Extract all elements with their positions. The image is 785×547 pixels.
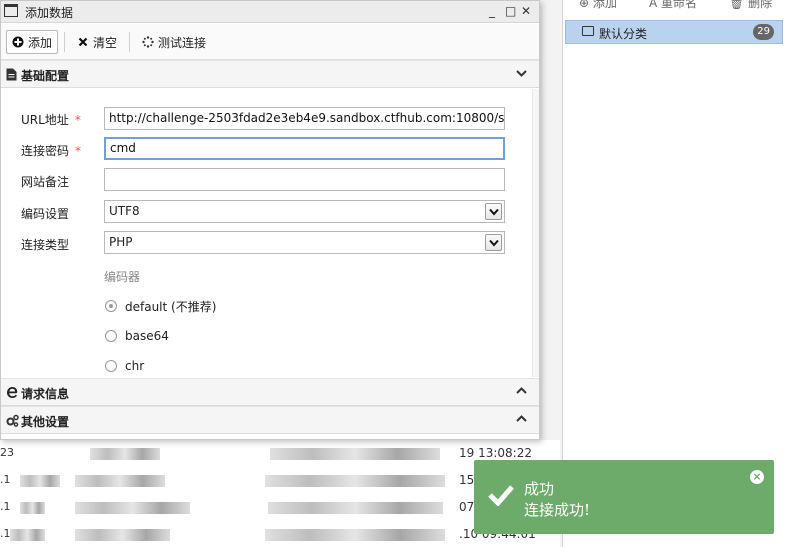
chevron-up-icon: [516, 385, 527, 400]
blurred-cell: [75, 502, 190, 514]
blurred-cell: [90, 448, 160, 460]
radio-button[interactable]: [105, 300, 117, 312]
basic-config-form: URL地址 * http://challenge-2503fdad2e3eb4e9…: [1, 89, 531, 377]
encoding-select[interactable]: UTF8: [104, 200, 505, 223]
chevron-down-icon[interactable]: [485, 234, 502, 251]
url-label: URL地址 *: [21, 113, 81, 127]
toast-title: 成功: [524, 480, 555, 498]
row-ip: 23: [0, 446, 14, 459]
ie-icon: [6, 386, 18, 399]
encoding-value: UTF8: [109, 204, 140, 218]
url-input[interactable]: http://challenge-2503fdad2e3eb4e9.sandbo…: [104, 107, 505, 130]
window-icon: [4, 4, 18, 17]
blurred-cell: [20, 475, 60, 487]
encoder-option-label: default (不推荐): [125, 299, 217, 314]
toast-message: 连接成功!: [524, 501, 591, 519]
note-input[interactable]: [104, 168, 505, 191]
section-basic-config[interactable]: 基础配置: [1, 60, 539, 88]
chevron-down-icon[interactable]: [485, 203, 502, 220]
category-item-default[interactable]: 默认分类 29: [565, 20, 783, 44]
radio-button[interactable]: [105, 330, 117, 342]
type-label: 连接类型: [21, 238, 70, 252]
note-label: 网站备注: [21, 175, 70, 189]
test-connection-label: 测试连接: [158, 35, 207, 50]
category-toolbar: ⊕ 添加 A 重命名 🗑 删除: [563, 0, 785, 14]
section-request-label: 请求信息: [21, 387, 70, 401]
close-button[interactable]: ✕: [521, 1, 531, 21]
maximize-button[interactable]: □: [505, 1, 516, 21]
toolbar-divider: [64, 32, 65, 52]
connection-type-select[interactable]: PHP: [104, 231, 505, 254]
row-ip: .1: [0, 527, 11, 540]
row-ip: .1: [0, 500, 11, 513]
section-other-label: 其他设置: [21, 415, 70, 429]
dialog-toolbar: 添加 清空 测试连接: [1, 24, 539, 60]
blurred-cell: [265, 529, 445, 541]
spinner-icon: [142, 36, 154, 48]
toast-close-icon[interactable]: ×: [750, 470, 764, 484]
section-request-info[interactable]: 请求信息: [1, 378, 539, 406]
add-button[interactable]: 添加: [6, 30, 59, 54]
blurred-cell: [75, 529, 170, 541]
password-input[interactable]: cmd: [104, 137, 505, 160]
dialog-titlebar[interactable]: 添加数据 _ □ ✕: [1, 1, 539, 23]
blurred-cell: [265, 475, 445, 487]
category-rename-button[interactable]: A 重命名: [649, 0, 697, 11]
form-scrollbar[interactable]: [532, 89, 539, 377]
blurred-cell: [20, 502, 45, 514]
category-label: 默认分类: [599, 27, 648, 41]
add-label: 添加: [28, 35, 53, 50]
password-label: 连接密码 *: [21, 144, 82, 158]
success-toast: 成功 连接成功! ×: [474, 460, 774, 534]
row-time: 19 13:08:22: [459, 446, 532, 460]
category-delete-button[interactable]: 🗑 删除: [729, 0, 772, 11]
blurred-cell: [75, 475, 165, 487]
clear-label: 清空: [93, 35, 118, 50]
encoder-option-label: chr: [125, 359, 145, 373]
blurred-cell: [268, 502, 443, 514]
radio-button[interactable]: [105, 360, 117, 372]
gears-icon: [6, 414, 19, 427]
category-add-button[interactable]: ⊕ 添加: [579, 0, 617, 11]
clear-button[interactable]: 清空: [77, 30, 117, 54]
encoder-option-chr[interactable]: chr: [105, 358, 144, 374]
encoding-label: 编码设置: [21, 207, 70, 221]
blurred-cell: [10, 529, 45, 541]
encoder-option-default[interactable]: default (不推荐): [105, 298, 216, 314]
document-icon: [6, 68, 17, 81]
dialog-title: 添加数据: [25, 6, 74, 20]
category-count-badge: 29: [753, 24, 774, 40]
plus-circle-icon: [12, 36, 24, 48]
toolbar-divider: [129, 32, 130, 52]
chevron-up-icon: [516, 413, 527, 428]
test-connection-button[interactable]: 测试连接: [142, 30, 206, 54]
section-other-settings[interactable]: 其他设置: [1, 406, 539, 434]
encoder-option-label: base64: [125, 329, 169, 343]
encoder-option-base64[interactable]: base64: [105, 328, 169, 344]
blurred-cell: [270, 448, 440, 460]
folder-icon: [582, 26, 594, 36]
section-basic-label: 基础配置: [21, 69, 70, 83]
row-ip: .1: [0, 473, 11, 486]
connection-type-value: PHP: [109, 235, 133, 249]
checkmark-icon: [488, 484, 514, 509]
add-data-dialog: 添加数据 _ □ ✕ 添加 清空 测试连接 基础配置 URL地址 * http:…: [0, 0, 540, 440]
chevron-down-icon: [516, 67, 527, 82]
x-icon: [77, 36, 89, 48]
minimize-button[interactable]: _: [489, 1, 495, 21]
encoder-heading: 编码器: [104, 270, 141, 284]
